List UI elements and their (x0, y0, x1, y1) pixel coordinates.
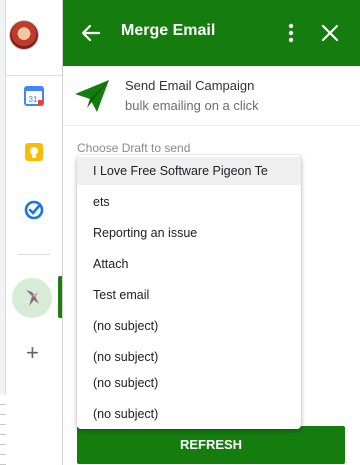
close-icon[interactable] (319, 22, 341, 44)
rail-header (6, 0, 62, 76)
avatar[interactable] (9, 20, 39, 50)
draft-option[interactable]: Test email (77, 281, 301, 309)
panel-header: Merge Email (63, 0, 360, 66)
draft-option[interactable]: Attach (77, 250, 301, 278)
calendar-icon[interactable]: 31 (24, 86, 44, 106)
campaign-title: Send Email Campaign (125, 78, 255, 93)
draft-option[interactable]: (no subject) (77, 369, 301, 397)
campaign-section: Send Email Campaign bulk emailing on a c… (63, 66, 360, 126)
campaign-subtitle: bulk emailing on a click (125, 98, 259, 113)
calendar-day: 31 (29, 95, 38, 104)
draft-option[interactable]: (no subject) (77, 343, 301, 371)
panel-title: Merge Email (121, 22, 216, 39)
draft-option[interactable]: (no subject) (77, 400, 301, 428)
draft-option[interactable]: I Love Free Software Pigeon Te (77, 157, 301, 185)
draft-option[interactable]: Reporting an issue (77, 219, 301, 247)
choose-draft-label: Choose Draft to send (77, 141, 191, 155)
more-options-icon[interactable] (281, 21, 301, 45)
draft-option[interactable]: (no subject) (77, 312, 301, 340)
add-icon[interactable]: + (26, 340, 39, 366)
paper-plane-icon (75, 80, 109, 112)
draft-dropdown-list[interactable]: I Love Free Software Pigeon Te ets Repor… (77, 155, 301, 429)
rail-divider (18, 254, 50, 255)
side-rail: 31 + (6, 0, 62, 465)
hummingbird-addon-button[interactable] (12, 278, 52, 318)
hummingbird-addon-icon (26, 290, 39, 306)
keep-icon[interactable] (24, 142, 44, 162)
refresh-button[interactable]: REFRESH (77, 426, 345, 464)
merge-email-panel: Merge Email Send Email Campaign bulk ema… (62, 0, 360, 465)
draft-option[interactable]: ets (77, 188, 301, 216)
back-arrow-icon[interactable] (79, 21, 103, 45)
tasks-icon[interactable] (24, 200, 44, 220)
